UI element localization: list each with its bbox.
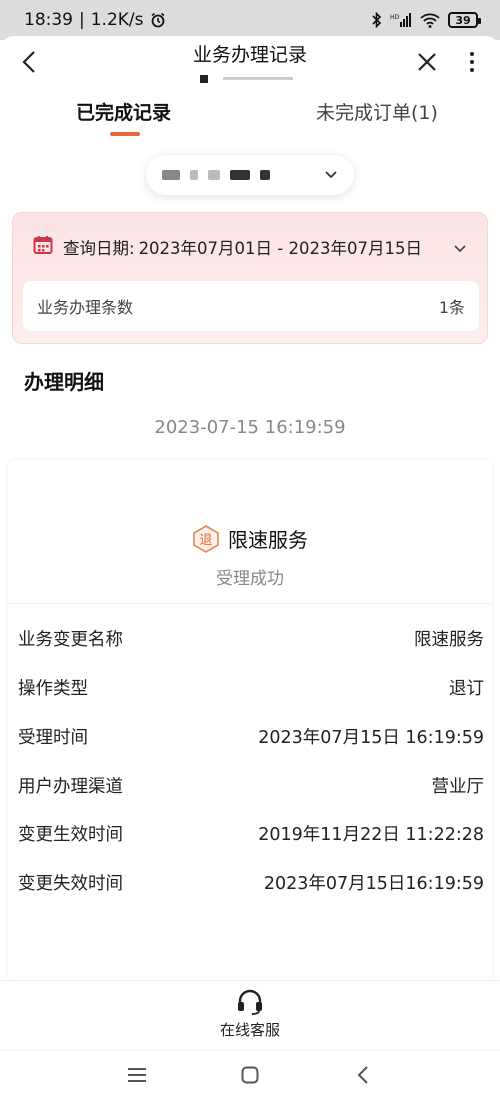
close-icon <box>418 53 436 71</box>
home-icon <box>241 1066 259 1084</box>
detail-row: 用户办理渠道 营业厅 <box>18 773 484 798</box>
service-header: 退 限速服务 <box>8 524 492 553</box>
number-selector[interactable] <box>146 155 354 195</box>
business-count-value: 1条 <box>438 298 465 317</box>
service-status: 受理成功 <box>216 569 284 589</box>
redacted-text <box>162 170 180 180</box>
status-separator: | <box>79 10 85 30</box>
svg-text:退: 退 <box>199 533 212 548</box>
battery-icon: 39 <box>448 12 481 28</box>
detail-label: 受理时间 <box>18 728 88 748</box>
detail-value: 限速服务 <box>414 630 484 650</box>
query-date-label: 查询日期: <box>63 239 135 258</box>
unsubscribe-icon: 退 <box>192 524 220 553</box>
detail-label: 用户办理渠道 <box>18 777 123 797</box>
redacted-text <box>208 170 220 180</box>
chevron-down-icon <box>324 166 338 184</box>
signal-icon: HD <box>390 13 412 27</box>
home-nav-button[interactable] <box>239 1065 261 1085</box>
bluetooth-icon <box>372 12 382 28</box>
system-nav-bar <box>0 1050 500 1097</box>
business-count-box: 业务办理条数 1条 <box>23 281 479 331</box>
back-nav-button[interactable] <box>352 1065 374 1085</box>
headset-icon <box>236 989 264 1019</box>
calendar-icon <box>33 235 53 259</box>
more-dot <box>470 68 474 72</box>
section-title: 办理明细 <box>24 370 104 394</box>
status-speed: 1.2K/s <box>90 10 144 30</box>
header: 业务办理记录 <box>0 36 500 88</box>
status-time: 18:39 <box>24 10 73 30</box>
detail-label: 变更生效时间 <box>18 825 123 845</box>
query-date-value: 2023年07月01日 - 2023年07月15日 <box>138 239 422 258</box>
business-count-label: 业务办理条数 <box>37 298 134 317</box>
redacted-text <box>230 170 250 180</box>
online-service-bar[interactable]: 在线客服 <box>0 980 500 1046</box>
alarm-icon <box>150 12 166 28</box>
online-service-label: 在线客服 <box>219 1021 280 1039</box>
detail-row: 业务变更名称 限速服务 <box>18 626 484 651</box>
detail-value: 2019年11月22日 11:22:28 <box>258 825 484 845</box>
detail-label: 业务变更名称 <box>18 630 123 650</box>
svg-text:HD: HD <box>390 14 400 21</box>
query-date-row[interactable]: 查询日期: 2023年07月01日 - 2023年07月15日 <box>33 235 422 259</box>
detail-label: 操作类型 <box>18 679 88 699</box>
divider <box>8 603 492 604</box>
redacted-text <box>190 170 198 180</box>
chevron-down-icon[interactable] <box>453 239 467 258</box>
record-time: 2023-07-15 16:19:59 <box>154 417 346 438</box>
status-bar: 18:39 | 1.2K/s HD 39 <box>0 0 500 40</box>
detail-row: 操作类型 退订 <box>18 675 484 700</box>
detail-label: 变更失效时间 <box>18 874 123 894</box>
menu-nav-button[interactable] <box>126 1065 148 1085</box>
redacted-subtitle <box>200 68 300 83</box>
detail-row: 受理时间 2023年07月15日 16:19:59 <box>18 724 484 749</box>
more-dot <box>470 52 474 56</box>
tab-bar: 已完成记录 未完成订单(1) <box>0 90 500 138</box>
query-card: 查询日期: 2023年07月01日 - 2023年07月15日 业务办理条数 1… <box>12 212 488 344</box>
back-icon <box>357 1066 368 1084</box>
detail-row: 变更失效时间 2023年07月15日16:19:59 <box>18 870 484 895</box>
status-left: 18:39 | 1.2K/s <box>24 10 166 30</box>
menu-icon <box>128 1068 146 1082</box>
more-options-button[interactable] <box>462 46 482 78</box>
status-right: HD 39 <box>372 12 481 28</box>
detail-card: 退 限速服务 受理成功 业务变更名称 限速服务 操作类型 退订 受理时间 202… <box>8 460 492 980</box>
detail-value: 2023年07月15日 16:19:59 <box>258 728 484 748</box>
detail-value: 2023年07月15日16:19:59 <box>263 874 484 894</box>
close-button[interactable] <box>412 46 442 78</box>
redacted-text <box>260 170 270 180</box>
detail-row: 变更生效时间 2019年11月22日 11:22:28 <box>18 821 484 846</box>
service-name: 限速服务 <box>228 528 308 552</box>
more-dot <box>470 60 474 64</box>
tab-active-indicator <box>110 132 140 136</box>
wifi-icon <box>420 13 440 28</box>
detail-value: 营业厅 <box>431 777 485 797</box>
tab-incomplete[interactable]: 未完成订单(1) <box>316 98 438 125</box>
detail-value: 退订 <box>449 679 484 699</box>
tab-completed[interactable]: 已完成记录 <box>76 98 171 125</box>
